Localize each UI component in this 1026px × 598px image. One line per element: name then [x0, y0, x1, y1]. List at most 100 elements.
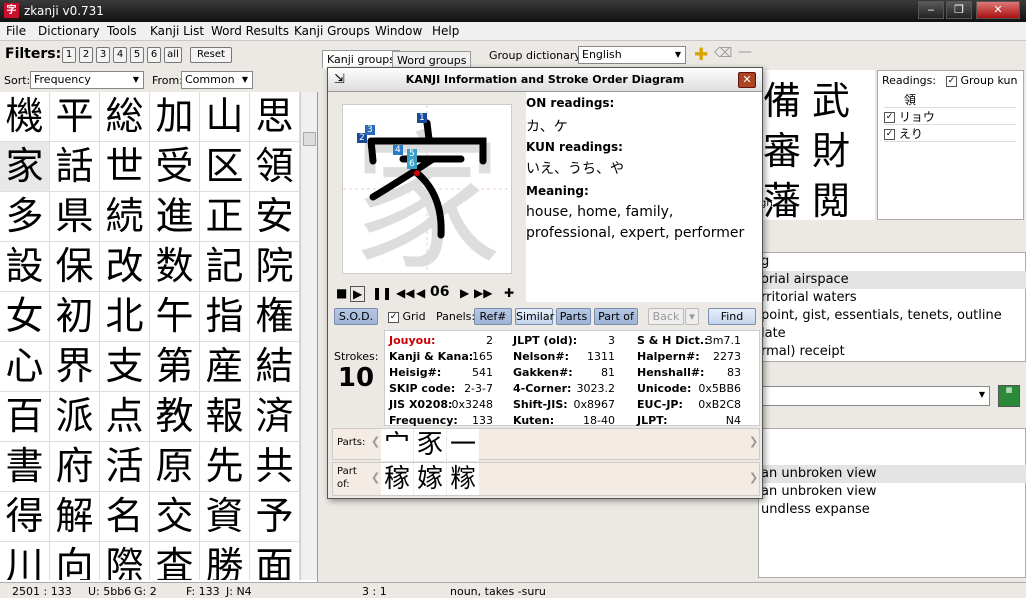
resize-corner-icon[interactable]: ⇲: [334, 72, 345, 87]
part-search-icon[interactable]: ▦: [998, 385, 1020, 407]
kanji-cell[interactable]: 派: [50, 392, 100, 442]
kanji-cell[interactable]: 府: [50, 442, 100, 492]
kanji-cell[interactable]: 得: [0, 492, 50, 542]
part-kanji[interactable]: 豕: [414, 429, 446, 461]
filter-grade-6[interactable]: 6: [147, 47, 161, 63]
kanji-cell[interactable]: 活: [100, 442, 150, 492]
parts-scroll-right-icon[interactable]: ❯: [749, 435, 758, 448]
kanji-cell[interactable]: 書: [0, 442, 50, 492]
kanji-cell[interactable]: 受: [150, 142, 200, 192]
word-row[interactable]: rritorial waters: [759, 289, 1026, 307]
find-button[interactable]: Find: [708, 308, 756, 325]
kanji-cell[interactable]: 界: [50, 342, 100, 392]
kanji-cell[interactable]: 安: [250, 192, 300, 242]
part-of-kanji[interactable]: 稼: [381, 463, 413, 495]
group-kanji[interactable]: 藩: [763, 170, 801, 220]
filter-grade-1[interactable]: 1: [62, 47, 76, 63]
group-kanji[interactable]: 武: [812, 70, 850, 125]
kanji-cell[interactable]: 面: [250, 542, 300, 580]
menu-word-results[interactable]: Word Results: [211, 24, 289, 38]
parts-button[interactable]: Parts: [556, 308, 591, 325]
kanji-cell[interactable]: 女: [0, 292, 50, 342]
rewind-icon[interactable]: ◀◀: [396, 286, 414, 300]
add-group-icon[interactable]: ✚: [694, 45, 708, 65]
part-kanji[interactable]: 一: [447, 429, 479, 461]
kanji-cell[interactable]: 思: [250, 92, 300, 142]
close-button[interactable]: ✕: [976, 1, 1020, 19]
maximize-button[interactable]: ❐: [946, 1, 972, 19]
similar-button[interactable]: Similar: [515, 308, 554, 325]
kanji-cell[interactable]: 院: [250, 242, 300, 292]
kanji-cell[interactable]: 多: [0, 192, 50, 242]
kanji-cell[interactable]: 機: [0, 92, 50, 142]
filter-grade-3[interactable]: 3: [96, 47, 110, 63]
kanji-cell[interactable]: 区: [200, 142, 250, 192]
ref-button[interactable]: Ref#: [474, 308, 512, 325]
group-kanji[interactable]: 閲: [812, 170, 850, 220]
dialog-close-button[interactable]: ✕: [738, 72, 756, 88]
kanji-cell[interactable]: 報: [200, 392, 250, 442]
menu-kanji-groups[interactable]: Kanji Groups: [294, 24, 370, 38]
part-of-kanji[interactable]: 嫁: [414, 463, 446, 495]
kanji-cell[interactable]: 査: [150, 542, 200, 580]
sort-select[interactable]: Frequency ▼: [30, 71, 144, 89]
kanji-cell[interactable]: 勝: [200, 542, 250, 580]
tab-kanji-groups[interactable]: Kanji groups: [322, 50, 401, 68]
group-dict-select[interactable]: English ▼: [578, 46, 686, 64]
kanji-cell[interactable]: 解: [50, 492, 100, 542]
kanji-cell[interactable]: 向: [50, 542, 100, 580]
part-of-button[interactable]: Part of: [594, 308, 638, 325]
group-kanji[interactable]: 審: [763, 120, 801, 175]
filter-grade-2[interactable]: 2: [79, 47, 93, 63]
sod-button[interactable]: S.O.D.: [334, 308, 378, 325]
minus-icon[interactable]: —: [738, 44, 752, 60]
kanji-cell[interactable]: 保: [50, 242, 100, 292]
kanji-cell[interactable]: 設: [0, 242, 50, 292]
kanji-cell[interactable]: 予: [250, 492, 300, 542]
group-kun-checkbox[interactable]: ✓ Group kun: [946, 74, 1017, 87]
remove-group-icon[interactable]: ⌫: [714, 46, 732, 61]
menu-window[interactable]: Window: [375, 24, 422, 38]
kanji-cell[interactable]: 名: [100, 492, 150, 542]
back-dropdown-button[interactable]: ▾: [685, 308, 699, 325]
grid-checkbox[interactable]: ✓ Grid: [388, 310, 426, 323]
parts-scroll-left-icon[interactable]: ❮: [371, 435, 380, 448]
kanji-cell[interactable]: 際: [100, 542, 150, 580]
kanji-list-scrollbar[interactable]: [300, 92, 317, 580]
group-kanji[interactable]: 備: [763, 70, 801, 125]
kanji-cell[interactable]: 平: [50, 92, 100, 142]
play-icon[interactable]: ▶: [350, 286, 366, 302]
kanji-cell[interactable]: 結: [250, 342, 300, 392]
kanji-cell[interactable]: 百: [0, 392, 50, 442]
partof-scroll-right-icon[interactable]: ❯: [749, 471, 758, 484]
reset-button[interactable]: Reset: [190, 47, 232, 63]
kanji-cell[interactable]: 総: [100, 92, 150, 142]
filter-grade-all[interactable]: all: [164, 47, 182, 63]
reading-row[interactable]: 領: [884, 91, 1016, 108]
word-row[interactable]: g: [759, 253, 1026, 271]
kanji-cell[interactable]: 午: [150, 292, 200, 342]
group-kanji[interactable]: 財: [812, 120, 850, 175]
menu-kanji-list[interactable]: Kanji List: [150, 24, 204, 38]
example-row[interactable]: an unbroken view: [759, 465, 1026, 483]
kanji-cell[interactable]: 川: [0, 542, 50, 580]
kanji-cell[interactable]: 改: [100, 242, 150, 292]
kanji-cell[interactable]: 進: [150, 192, 200, 242]
stop-icon[interactable]: ■: [336, 286, 347, 300]
pause-icon[interactable]: ❚❚: [372, 286, 392, 300]
kanji-cell[interactable]: 資: [200, 492, 250, 542]
kanji-cell[interactable]: 支: [100, 342, 150, 392]
kanji-cell[interactable]: 正: [200, 192, 250, 242]
word-row[interactable]: orial airspace: [759, 271, 1026, 289]
fast-forward-icon[interactable]: ▶▶: [474, 286, 492, 300]
word-row[interactable]: late: [759, 325, 1026, 343]
kanji-cell[interactable]: 済: [250, 392, 300, 442]
part-of-kanji[interactable]: 糘: [447, 463, 479, 495]
example-select[interactable]: ▼: [758, 386, 990, 406]
menu-help[interactable]: Help: [432, 24, 459, 38]
menu-tools[interactable]: Tools: [107, 24, 137, 38]
kanji-cell[interactable]: 交: [150, 492, 200, 542]
kanji-cell[interactable]: 初: [50, 292, 100, 342]
minimize-button[interactable]: ‒: [918, 1, 944, 19]
kanji-cell[interactable]: 県: [50, 192, 100, 242]
